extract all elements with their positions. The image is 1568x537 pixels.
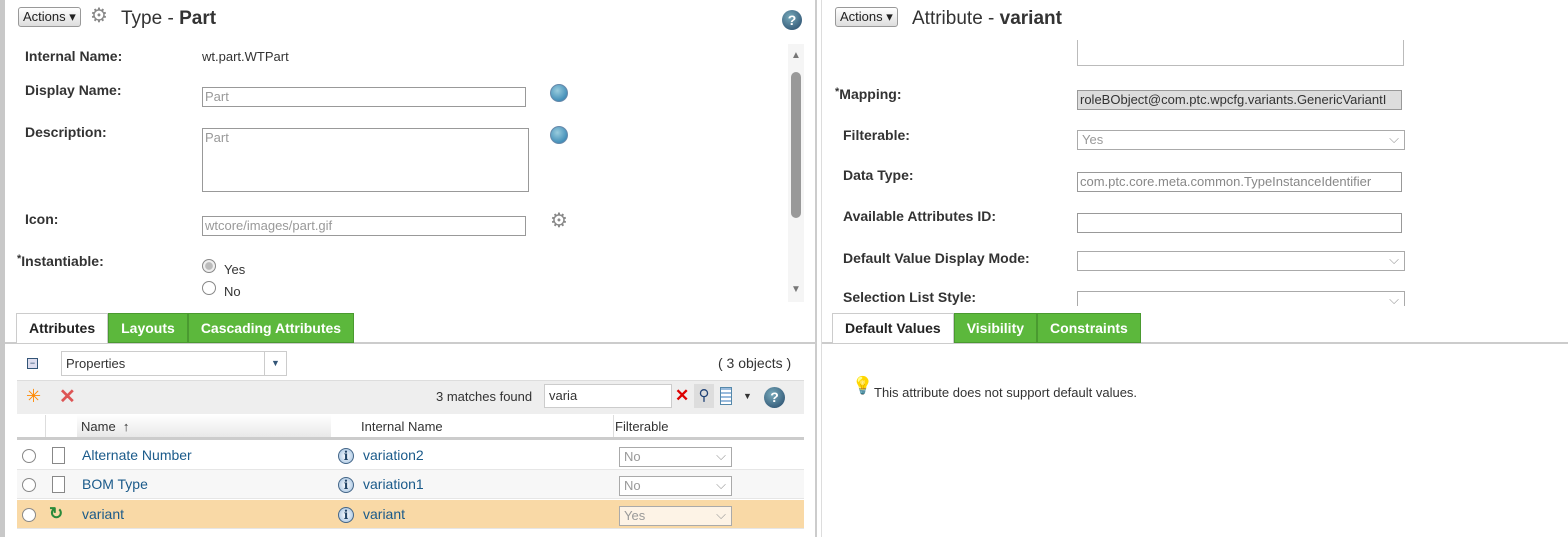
data-type-label: Data Type: (843, 167, 914, 183)
actions-label: Actions (840, 9, 883, 24)
attribute-title: Attribute - variant (912, 8, 1062, 29)
view-dropdown-icon[interactable]: ▼ (743, 391, 752, 401)
attribute-name-link[interactable]: BOM Type (82, 476, 148, 492)
filterable-select[interactable]: No ⌵ (619, 476, 732, 496)
collapse-icon[interactable]: − (27, 358, 38, 369)
icon-label: Icon: (25, 211, 59, 227)
filterable-select[interactable]: No ⌵ (619, 447, 732, 467)
tab-attributes[interactable]: Attributes (16, 313, 109, 343)
delete-icon[interactable]: ✕ (59, 384, 76, 409)
attribute-name-link[interactable]: Alternate Number (82, 447, 192, 463)
mapping-label: *Mapping: (835, 86, 902, 102)
instantiable-yes-radio[interactable] (202, 259, 216, 273)
localize-globe-icon[interactable] (550, 84, 568, 102)
display-name-label: Display Name: (25, 82, 122, 98)
chevron-down-icon: ▼ (264, 352, 286, 375)
description-textarea[interactable] (1077, 40, 1404, 66)
instantiable-label: *Instantiable: (17, 253, 104, 269)
lightbulb-icon: 💡 (852, 376, 874, 395)
table-header: Name ↑ Internal Name Filterable (17, 415, 804, 440)
table-row[interactable]: BOM Type i variation1 No ⌵ (17, 470, 804, 499)
column-name[interactable]: Name ↑ (77, 415, 331, 437)
table-row-selected[interactable]: ↻ variant i variant Yes ⌵ (17, 500, 804, 529)
tab-default-values[interactable]: Default Values (832, 313, 954, 343)
filter-input[interactable]: varia (544, 384, 672, 408)
new-attribute-icon[interactable]: ✳ (26, 386, 41, 407)
info-icon[interactable]: i (338, 477, 354, 493)
instantiable-no-label: No (224, 284, 241, 299)
clear-filter-icon[interactable]: ✕ (675, 386, 689, 406)
chevron-down-icon: ⌵ (1389, 292, 1399, 306)
info-icon[interactable]: i (338, 448, 354, 464)
display-name-input[interactable]: Part (202, 87, 526, 107)
variant-icon: ↻ (49, 504, 64, 523)
document-icon (52, 447, 65, 464)
internal-name-label: Internal Name: (25, 48, 123, 64)
page-title: Type - Part (121, 8, 217, 29)
object-count: ( 3 objects ) (718, 355, 792, 371)
actions-menu-button[interactable]: Actions ▾ (835, 7, 898, 27)
default-display-mode-label: Default Value Display Mode: (843, 250, 1030, 266)
row-select-radio[interactable] (22, 478, 36, 492)
selection-list-style-select[interactable]: ⌵ (1077, 291, 1405, 306)
internal-name: variant (363, 506, 406, 522)
scroll-down-icon[interactable]: ▼ (791, 284, 801, 295)
icon-path-input[interactable]: wtcore/images/part.gif (202, 216, 526, 236)
search-icon[interactable]: ⚲ (694, 384, 714, 408)
filterable-select[interactable]: Yes ⌵ (1077, 130, 1405, 150)
right-tabs: Default Values Visibility Constraints (832, 313, 1141, 343)
left-tabs: Attributes Layouts Cascading Attributes (16, 313, 355, 343)
instantiable-yes-label: Yes (224, 262, 246, 277)
document-icon (52, 476, 65, 493)
view-select[interactable]: Properties ▼ (61, 351, 287, 376)
attribute-name-link[interactable]: variant (82, 506, 124, 522)
panel-divider[interactable] (815, 0, 822, 537)
chevron-down-icon: ⌵ (716, 448, 726, 463)
column-filterable[interactable]: Filterable (615, 419, 668, 434)
mapping-input[interactable]: roleBObject@com.ptc.wpcfg.variants.Gener… (1077, 90, 1402, 110)
table-row[interactable]: Alternate Number i variation2 No ⌵ (17, 441, 804, 470)
internal-name-value: wt.part.WTPart (202, 49, 289, 64)
default-values-message: This attribute does not support default … (874, 385, 1138, 400)
scroll-up-icon[interactable]: ▲ (791, 50, 801, 61)
internal-name: variation2 (363, 447, 424, 463)
tab-constraints[interactable]: Constraints (1037, 313, 1141, 343)
internal-name: variation1 (363, 476, 424, 492)
selection-list-style-label: Selection List Style: (843, 289, 977, 305)
chevron-down-icon: ⌵ (1389, 252, 1399, 267)
default-display-mode-select[interactable]: ⌵ (1077, 251, 1405, 271)
chevron-down-icon: ⌵ (716, 507, 726, 522)
localize-globe-icon[interactable] (550, 126, 568, 144)
info-icon[interactable]: i (338, 507, 354, 523)
chevron-down-icon: ⌵ (716, 477, 726, 492)
available-attributes-id-input[interactable] (1077, 213, 1402, 233)
help-icon[interactable]: ? (782, 10, 802, 30)
description-label: Description: (25, 124, 107, 140)
actions-label: Actions (23, 9, 66, 24)
available-attributes-id-label: Available Attributes ID: (843, 208, 996, 224)
matches-found: 3 matches found (436, 389, 533, 404)
filterable-select[interactable]: Yes ⌵ (619, 506, 732, 526)
instantiable-no-radio[interactable] (202, 281, 216, 295)
scrollbar-thumb[interactable] (791, 72, 801, 218)
form-scrollbar[interactable]: ▲ ▼ (788, 44, 804, 302)
icon-picker-gear-icon[interactable]: ⚙ (550, 211, 568, 231)
data-type-input[interactable]: com.ptc.core.meta.common.TypeInstanceIde… (1077, 172, 1402, 192)
row-select-radio[interactable] (22, 508, 36, 522)
tab-cascading-attributes[interactable]: Cascading Attributes (187, 313, 355, 343)
tab-visibility[interactable]: Visibility (953, 313, 1038, 343)
sort-ascending-icon: ↑ (122, 419, 130, 434)
column-internal-name[interactable]: Internal Name (361, 419, 443, 434)
description-textarea[interactable]: Part (202, 128, 529, 192)
row-select-radio[interactable] (22, 449, 36, 463)
gear-icon: ⚙ (90, 5, 108, 27)
tab-layouts[interactable]: Layouts (108, 313, 188, 343)
column-view-icon[interactable] (720, 387, 732, 405)
actions-menu-button[interactable]: Actions ▾ (18, 7, 81, 27)
chevron-down-icon: ⌵ (1389, 131, 1399, 146)
left-border (0, 0, 5, 537)
help-icon[interactable]: ? (764, 387, 785, 408)
filterable-label: Filterable: (843, 127, 910, 143)
